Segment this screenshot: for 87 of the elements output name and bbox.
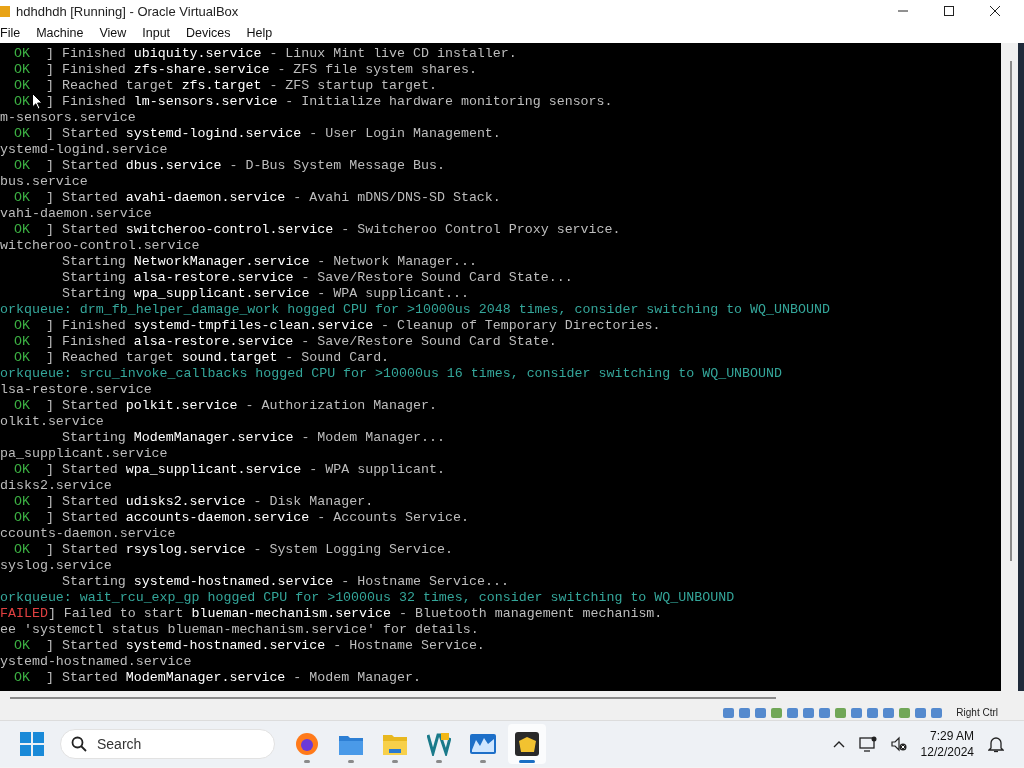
log-text: Starting wpa_supplicant.service - WPA supplicant...	[61, 286, 469, 302]
log-text: orkqueue: drm_fb_helper_damage_work hogged CPU for >10000us 2048 times, consider switching to WQ_UNBOUND	[0, 302, 830, 318]
log-text: ] Started avahi-daemon.service - Avahi mDNS/DNS-SD Stack.	[45, 190, 501, 206]
status-label: OK	[13, 318, 30, 334]
log-text: ] Started wpa_supplicant.service - WPA supplicant.	[45, 462, 445, 478]
status-label: OK	[13, 158, 30, 174]
speaker-muted-icon[interactable]	[890, 736, 907, 752]
search-field[interactable]: Search	[60, 729, 275, 759]
log-text: olkit.service	[0, 414, 104, 430]
log-text: Starting NetworkManager.service - Network Manager...	[61, 254, 477, 270]
network-icon[interactable]	[858, 736, 877, 752]
folder-icon	[383, 733, 407, 755]
menu-item[interactable]: File	[0, 25, 29, 40]
scrollbar-thumb[interactable]	[1010, 61, 1012, 561]
log-text: ystemd-hostnamed.service	[0, 654, 192, 670]
code-editor-icon	[427, 732, 451, 756]
log-text: syslog.service	[0, 558, 112, 574]
window-title: hdhdhdh [Running] - Oracle VirtualBox	[16, 3, 239, 19]
status-label: OK	[13, 126, 30, 142]
status-label: OK	[13, 190, 30, 206]
status-label: OK	[13, 398, 30, 414]
log-text: ] Started rsyslog.service - System Logging Service.	[45, 542, 453, 558]
log-text: ] Finished ubiquity.service - Linux Mint live CD installer.	[45, 46, 517, 62]
log-text: ] Started accounts-daemon.service - Accounts Service.	[45, 510, 469, 526]
chevron-up-icon[interactable]	[832, 740, 845, 748]
log-text: ] Started systemd-hostnamed.service - Hostname Service.	[45, 638, 485, 654]
log-text: ] Started dbus.service - D-Bus System Message Bus.	[45, 158, 445, 174]
status-label: OK	[13, 94, 30, 110]
status-label: OK	[13, 462, 30, 478]
taskbar-app[interactable]	[508, 724, 546, 764]
menu-item[interactable]: Devices	[178, 25, 239, 40]
log-text: vahi-daemon.service	[0, 206, 152, 222]
log-text: ] Finished alsa-restore.service - Save/Restore Sound Card State.	[45, 334, 557, 350]
log-text: ] Finished systemd-tmpfiles-clean.service - Cleanup of Temporary Directories.	[45, 318, 661, 334]
status-label: OK	[13, 334, 30, 350]
log-text: witcheroo-control.service	[0, 238, 200, 254]
log-text: ] Finished zfs-share.service - ZFS file system shares.	[45, 62, 477, 78]
menu-item[interactable]: View	[91, 25, 135, 40]
log-text: m-sensors.service	[0, 110, 136, 126]
status-label: OK	[13, 78, 30, 94]
log-text: orkqueue: wait_rcu_exp_gp hogged CPU for >10000us 32 times, consider switching to WQ_UNBOUND	[0, 590, 735, 606]
log-text: ] Reached target zfs.target - ZFS startup target.	[45, 78, 437, 94]
log-text: Starting systemd-hostnamed.service - Hostname Service...	[61, 574, 509, 590]
log-text: orkqueue: srcu_invoke_callbacks hogged CPU for >10000us 16 times, consider switching to WQ_UNBOUND	[0, 366, 782, 382]
log-text: lsa-restore.service	[0, 382, 152, 398]
mouse-pointer-icon	[32, 93, 43, 110]
status-label: OK	[13, 638, 30, 654]
clock-date[interactable]: 12/2/2024	[920, 744, 974, 760]
search-icon	[71, 736, 87, 752]
log-text: bus.service	[0, 174, 88, 190]
log-text: ee 'systemctl status blueman-mechanism.service' for details.	[0, 622, 479, 638]
status-label: OK	[13, 542, 30, 558]
log-text: ] Started polkit.service - Authorization Manager.	[45, 398, 437, 414]
log-text: Starting alsa-restore.service - Save/Restore Sound Card State...	[61, 270, 573, 286]
chart-window-icon	[470, 734, 496, 754]
start-icon[interactable]	[20, 732, 44, 756]
scrollbar-thumb[interactable]	[10, 697, 776, 699]
log-text: ystemd-logind.service	[0, 142, 168, 158]
maximize-icon[interactable]	[944, 6, 954, 16]
status-label: OK	[13, 670, 30, 686]
log-text: ccounts-daemon.service	[0, 526, 176, 542]
status-label: FAILED	[0, 606, 48, 622]
status-label: OK	[13, 510, 30, 526]
log-text: pa_supplicant.service	[0, 446, 168, 462]
host-key-label: Right Ctrl	[956, 707, 998, 718]
log-text: Starting ModemManager.service - Modem Manager...	[61, 430, 446, 446]
close-icon[interactable]	[990, 6, 1000, 16]
status-label: OK	[13, 62, 30, 78]
clock-time[interactable]: 7:29 AM	[929, 728, 974, 744]
status-label: OK	[13, 222, 30, 238]
status-label: OK	[13, 350, 30, 366]
log-text: ] Started ModemManager.service - Modem Manager.	[45, 670, 421, 686]
bell-icon[interactable]	[988, 735, 1004, 753]
log-text: disks2.service	[0, 478, 112, 494]
menu-item[interactable]: Help	[238, 25, 281, 40]
log-text: ] Started systemd-logind.service - User Login Management.	[45, 126, 501, 142]
log-text: ] Failed to start blueman-mechanism.service - Bluetooth management mechanism.	[47, 606, 663, 622]
folder-icon	[339, 733, 363, 755]
globe-icon	[295, 732, 319, 756]
log-text: ] Reached target sound.target - Sound Card.	[45, 350, 390, 366]
log-text: ] Started udisks2.service - Disk Manager.	[45, 494, 374, 510]
log-text: ] Started switcheroo-control.service - Switcheroo Control Proxy service.	[45, 222, 621, 238]
menu-item[interactable]: Machine	[28, 25, 92, 40]
status-label: OK	[13, 494, 30, 510]
log-text: ] Finished lm-sensors.service - Initialize hardware monitoring sensors.	[45, 94, 613, 110]
menu-item[interactable]: Input	[134, 25, 179, 40]
status-label: OK	[13, 46, 30, 62]
